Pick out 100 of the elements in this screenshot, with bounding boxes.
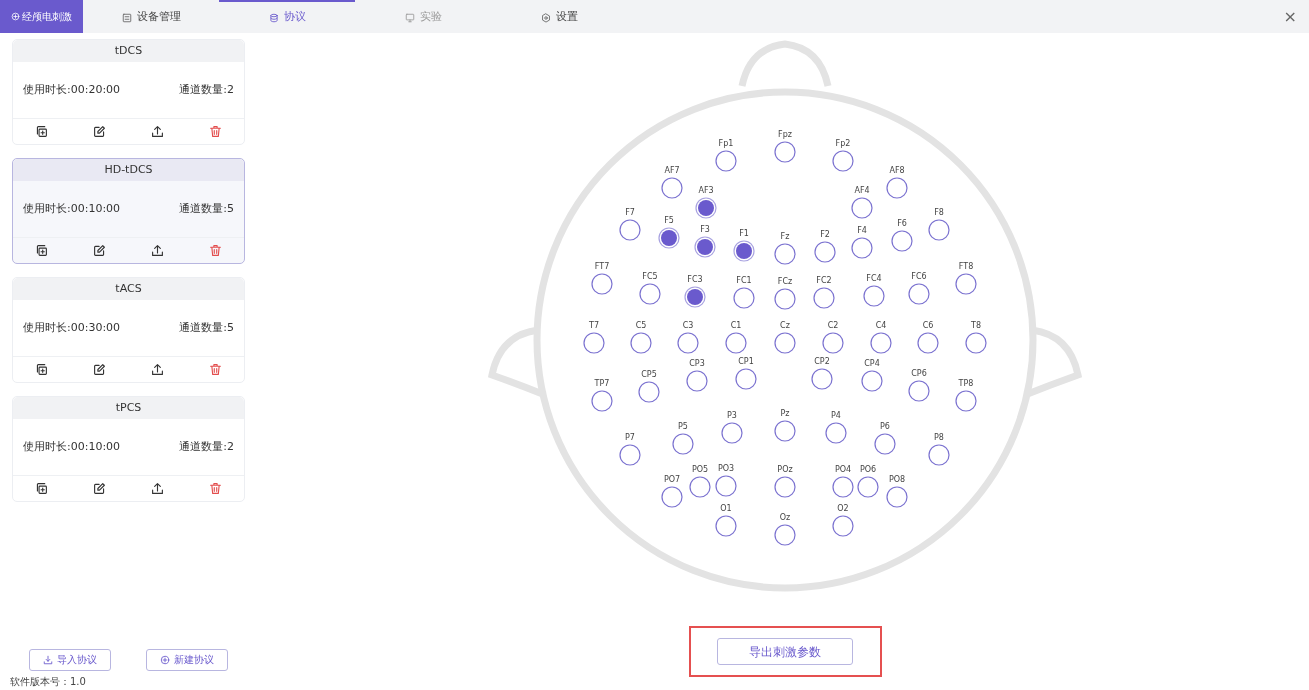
electrode[interactable]: [639, 283, 661, 305]
electrode[interactable]: [832, 515, 854, 537]
duration-text: 使用时长:00:10:00: [23, 438, 121, 455]
protocol-card[interactable]: tDCS 使用时长:00:20:00 通道数量:2: [12, 39, 245, 145]
close-button[interactable]: ×: [1271, 0, 1309, 33]
electrode-label: CP4: [864, 359, 880, 368]
electrode-label: P6: [880, 422, 890, 431]
upload-icon[interactable]: [150, 244, 164, 257]
nav-tab[interactable]: 协议: [219, 0, 355, 33]
electrode-label: TP7: [594, 379, 610, 388]
copy-icon[interactable]: [35, 125, 49, 138]
electrode[interactable]: [677, 332, 699, 354]
electrode-selected[interactable]: [684, 286, 706, 308]
list-icon: [121, 12, 132, 23]
electrode[interactable]: [851, 197, 873, 219]
electrode[interactable]: [619, 444, 641, 466]
electrode[interactable]: [955, 390, 977, 412]
electrode[interactable]: [863, 285, 885, 307]
electrode[interactable]: [619, 219, 641, 241]
electrode[interactable]: [689, 476, 711, 498]
electrode[interactable]: [725, 332, 747, 354]
edit-icon[interactable]: [93, 363, 107, 376]
electrode[interactable]: [870, 332, 892, 354]
delete-icon[interactable]: [208, 244, 222, 257]
electrode[interactable]: [583, 332, 605, 354]
electrode[interactable]: [851, 237, 873, 259]
new-button[interactable]: 新建协议: [145, 648, 228, 671]
edit-icon[interactable]: [93, 244, 107, 257]
electrode[interactable]: [774, 243, 796, 265]
delete-icon[interactable]: [208, 363, 222, 376]
electrode[interactable]: [928, 219, 950, 241]
delete-icon[interactable]: [208, 482, 222, 495]
electrode[interactable]: [774, 524, 796, 546]
copy-icon[interactable]: [35, 244, 49, 257]
upload-icon[interactable]: [150, 363, 164, 376]
electrode-label: C4: [875, 321, 887, 330]
electrode[interactable]: [715, 515, 737, 537]
electrode-selected[interactable]: [733, 240, 755, 262]
protocol-card[interactable]: tPCS 使用时长:00:10:00 通道数量:2: [12, 396, 245, 502]
electrode[interactable]: [661, 486, 683, 508]
electrode[interactable]: [774, 141, 796, 163]
electrode[interactable]: [908, 283, 930, 305]
electrode-selected[interactable]: [658, 227, 680, 249]
electrode[interactable]: [822, 332, 844, 354]
electrode[interactable]: [774, 476, 796, 498]
upload-icon[interactable]: [150, 125, 164, 138]
electrode[interactable]: [591, 390, 613, 412]
upload-icon[interactable]: [150, 482, 164, 495]
electrode[interactable]: [886, 177, 908, 199]
electrode[interactable]: [825, 422, 847, 444]
electrode[interactable]: [715, 150, 737, 172]
electrode-label: AF7: [664, 166, 680, 175]
electrode-label: C2: [827, 321, 839, 330]
electrode-selected[interactable]: [695, 197, 717, 219]
nav-tab[interactable]: 设备管理: [83, 0, 219, 33]
electrode-label: CP2: [814, 357, 830, 366]
electrode[interactable]: [630, 332, 652, 354]
electrode[interactable]: [874, 433, 896, 455]
electrode[interactable]: [886, 486, 908, 508]
electrode[interactable]: [735, 368, 757, 390]
electrode[interactable]: [908, 380, 930, 402]
electrode[interactable]: [814, 241, 836, 263]
electrode-label: POz: [777, 465, 793, 474]
electrode[interactable]: [715, 475, 737, 497]
electrode-label: Fz: [780, 232, 790, 241]
electrode[interactable]: [813, 287, 835, 309]
electrode[interactable]: [928, 444, 950, 466]
protocol-card[interactable]: HD-tDCS 使用时长:00:10:00 通道数量:5: [12, 158, 245, 264]
electrode[interactable]: [774, 420, 796, 442]
import-button[interactable]: 导入协议: [29, 648, 112, 671]
electrode-label: F1: [739, 229, 749, 238]
copy-icon[interactable]: [35, 363, 49, 376]
electrode[interactable]: [733, 287, 755, 309]
edit-icon[interactable]: [93, 482, 107, 495]
electrode[interactable]: [861, 370, 883, 392]
electrode[interactable]: [891, 230, 913, 252]
delete-icon[interactable]: [208, 125, 222, 138]
electrode[interactable]: [638, 381, 660, 403]
electrode[interactable]: [811, 368, 833, 390]
electrode[interactable]: [672, 433, 694, 455]
electrode[interactable]: [721, 422, 743, 444]
electrode[interactable]: [832, 150, 854, 172]
electrode[interactable]: [774, 332, 796, 354]
electrode-label: F3: [700, 225, 710, 234]
edit-icon[interactable]: [93, 125, 107, 138]
copy-icon[interactable]: [35, 482, 49, 495]
electrode-selected[interactable]: [694, 236, 716, 258]
electrode[interactable]: [591, 273, 613, 295]
electrode[interactable]: [832, 476, 854, 498]
nav-tab[interactable]: 设置: [491, 0, 627, 33]
electrode[interactable]: [965, 332, 987, 354]
electrode[interactable]: [955, 273, 977, 295]
export-button[interactable]: 导出刺激参数: [717, 638, 853, 665]
electrode[interactable]: [686, 370, 708, 392]
electrode[interactable]: [774, 288, 796, 310]
protocol-card[interactable]: tACS 使用时长:00:30:00 通道数量:5: [12, 277, 245, 383]
electrode[interactable]: [661, 177, 683, 199]
electrode-label: PO4: [834, 465, 852, 474]
electrode[interactable]: [857, 476, 879, 498]
electrode[interactable]: [917, 332, 939, 354]
